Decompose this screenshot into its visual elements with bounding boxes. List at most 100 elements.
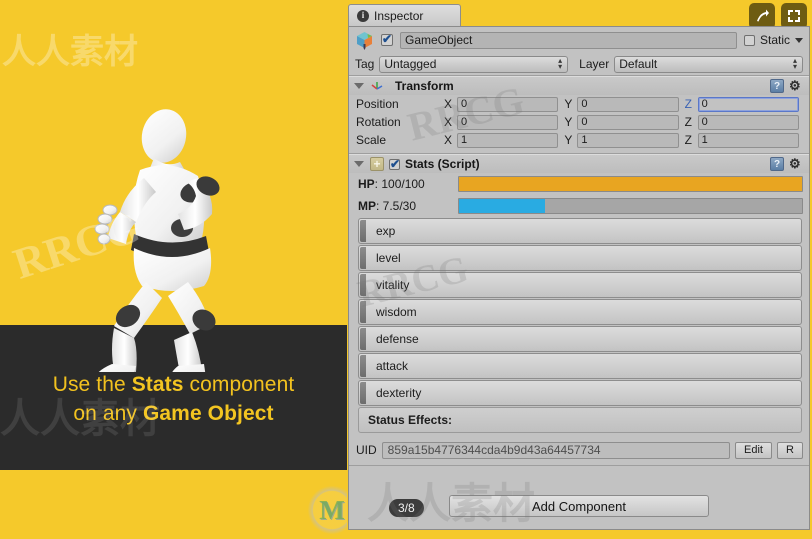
stat-foldout-label: exp bbox=[376, 224, 396, 238]
gameobject-enabled-checkbox[interactable] bbox=[381, 32, 393, 46]
rotation-y-axis-label: Y bbox=[564, 115, 573, 129]
rotation-y-input[interactable]: 0 bbox=[577, 114, 679, 130]
inspector-panel: GameObject Static Tag Untagged ▴▾ Layer … bbox=[348, 26, 810, 530]
stat-foldout-label: vitality bbox=[376, 278, 410, 292]
layer-label: Layer bbox=[579, 57, 610, 71]
tag-label: Tag bbox=[355, 57, 375, 71]
add-component-button[interactable]: Add Component bbox=[449, 495, 709, 517]
promo-caption-line2: on any Game Object bbox=[0, 399, 347, 428]
rotation-label: Rotation bbox=[356, 115, 401, 129]
stats-enabled-checkbox[interactable] bbox=[389, 157, 400, 171]
scale-z-axis-label: Z bbox=[684, 133, 692, 147]
page-badge: 3/8 bbox=[389, 499, 424, 517]
rotation-x-axis-label: X bbox=[444, 115, 453, 129]
mp-bar-fill bbox=[459, 199, 545, 213]
transform-axis-icon bbox=[370, 78, 384, 95]
rotation-x-input[interactable]: 0 bbox=[457, 114, 559, 130]
caption-text: component bbox=[183, 373, 295, 396]
stat-foldout-vitality[interactable]: vitality bbox=[358, 272, 802, 298]
scale-x-axis-label: X bbox=[444, 133, 453, 147]
caption-bold-gameobject: Game Object bbox=[142, 402, 274, 425]
hp-label: HP: 100/100 bbox=[358, 177, 458, 191]
transform-rotation-row: Rotation X 0 Y 0 Z 0 bbox=[349, 113, 809, 131]
uid-r-button[interactable]: R bbox=[777, 441, 803, 459]
position-z-input[interactable]: 0 bbox=[697, 96, 799, 112]
inspector-window: i Inspector ✔ GameObject Static Tag Unta… bbox=[347, 0, 812, 539]
uid-label: UID bbox=[356, 443, 377, 457]
uid-edit-button[interactable]: Edit bbox=[735, 441, 772, 459]
transform-title: Transform bbox=[395, 79, 454, 93]
chevron-down-icon[interactable] bbox=[795, 37, 803, 43]
static-checkbox[interactable] bbox=[743, 34, 755, 46]
mp-row: MP: 7.5/30 bbox=[349, 195, 809, 217]
stat-foldout-exp[interactable]: exp bbox=[358, 218, 802, 244]
stat-foldout-label: wisdom bbox=[376, 305, 417, 319]
help-book-icon[interactable]: ? bbox=[770, 157, 784, 171]
stat-foldout-dexterity[interactable]: dexterity bbox=[358, 380, 802, 406]
position-y-axis-label: Y bbox=[564, 97, 573, 111]
transform-position-row: Position X 0 Y 0 Z 0 bbox=[349, 95, 809, 113]
divider bbox=[349, 465, 809, 466]
info-circle-icon: i bbox=[357, 9, 369, 22]
hp-row: HP: 100/100 bbox=[349, 173, 809, 195]
script-plus-icon: + bbox=[370, 157, 384, 171]
static-label: Static bbox=[759, 33, 790, 47]
scale-y-input[interactable]: 1 bbox=[577, 132, 679, 148]
layer-dropdown[interactable]: Default ▴ ▾ bbox=[614, 55, 804, 73]
layer-value: Default bbox=[619, 57, 658, 71]
gear-icon[interactable]: ⚙ bbox=[789, 79, 804, 94]
inspector-tabbar: i Inspector bbox=[347, 0, 812, 29]
hp-label-key: HP bbox=[358, 177, 375, 191]
stat-foldout-attack[interactable]: attack bbox=[358, 353, 802, 379]
mannequin-figure bbox=[22, 92, 322, 382]
stat-foldout-label: attack bbox=[376, 359, 409, 373]
help-book-icon[interactable]: ? bbox=[770, 79, 784, 93]
static-control: Static bbox=[743, 33, 803, 47]
rotation-z-input[interactable]: 0 bbox=[697, 114, 799, 130]
promo-caption: Use the Stats component on any Game Obje… bbox=[0, 370, 347, 428]
scale-y-axis-label: Y bbox=[564, 133, 573, 147]
scale-z-input[interactable]: 1 bbox=[697, 132, 799, 148]
hp-label-value: : 100/100 bbox=[374, 177, 425, 191]
foldout-triangle-icon[interactable] bbox=[354, 161, 364, 167]
stat-foldout-defense[interactable]: defense bbox=[358, 326, 802, 352]
transform-component-header[interactable]: Transform ? ⚙ bbox=[349, 76, 809, 95]
gear-icon[interactable]: ⚙ bbox=[789, 157, 804, 172]
hp-bar bbox=[458, 176, 803, 192]
caption-text: Use the bbox=[52, 373, 132, 396]
promo-panel: Use the Stats component on any Game Obje… bbox=[0, 0, 347, 539]
mp-label-key: MP bbox=[358, 199, 376, 213]
watermark: 人人素材 bbox=[2, 34, 138, 71]
gameobject-name-input[interactable]: GameObject bbox=[400, 31, 737, 49]
gameobject-header: GameObject Static bbox=[349, 27, 809, 53]
status-effects-row: Status Effects: bbox=[358, 407, 802, 433]
inspector-footer: Add Component 3/8 bbox=[349, 483, 809, 529]
tag-dropdown[interactable]: Untagged ▴ ▾ bbox=[379, 55, 569, 73]
tab-inspector-label: Inspector bbox=[374, 8, 424, 23]
updown-arrows-icon: ▴ ▾ bbox=[793, 56, 798, 71]
scale-x-input[interactable]: 1 bbox=[457, 132, 559, 148]
uid-value-field[interactable]: 859a15b4776344cda4b9d43a64457734 bbox=[381, 441, 731, 459]
stat-foldout-level[interactable]: level bbox=[358, 245, 802, 271]
foldout-triangle-icon[interactable] bbox=[354, 83, 364, 89]
stat-foldout-label: level bbox=[376, 251, 401, 265]
scale-label: Scale bbox=[356, 133, 387, 147]
promo-caption-line1: Use the Stats component bbox=[0, 370, 347, 399]
tag-layer-row: Tag Untagged ▴ ▾ Layer Default ▴ ▾ bbox=[349, 53, 809, 75]
stats-component-title: Stats (Script) bbox=[405, 157, 480, 171]
position-y-input[interactable]: 0 bbox=[577, 96, 679, 112]
stat-foldout-wisdom[interactable]: wisdom bbox=[358, 299, 802, 325]
updown-arrows-icon: ▴ ▾ bbox=[558, 56, 563, 71]
tab-inspector[interactable]: i Inspector bbox=[348, 4, 461, 26]
stats-component-header[interactable]: + Stats (Script) ? ⚙ bbox=[349, 154, 809, 173]
gameobject-cube-icon bbox=[355, 31, 374, 50]
position-x-input[interactable]: 0 bbox=[457, 96, 559, 112]
mp-label-value: : 7.5/30 bbox=[376, 199, 417, 213]
tag-value: Untagged bbox=[384, 57, 437, 71]
caption-text: on any bbox=[73, 402, 143, 425]
caption-bold-stats: Stats bbox=[131, 373, 184, 396]
mp-bar bbox=[458, 198, 803, 214]
position-x-axis-label: X bbox=[444, 97, 453, 111]
hp-bar-fill bbox=[459, 177, 802, 191]
stat-foldout-label: defense bbox=[376, 332, 419, 346]
